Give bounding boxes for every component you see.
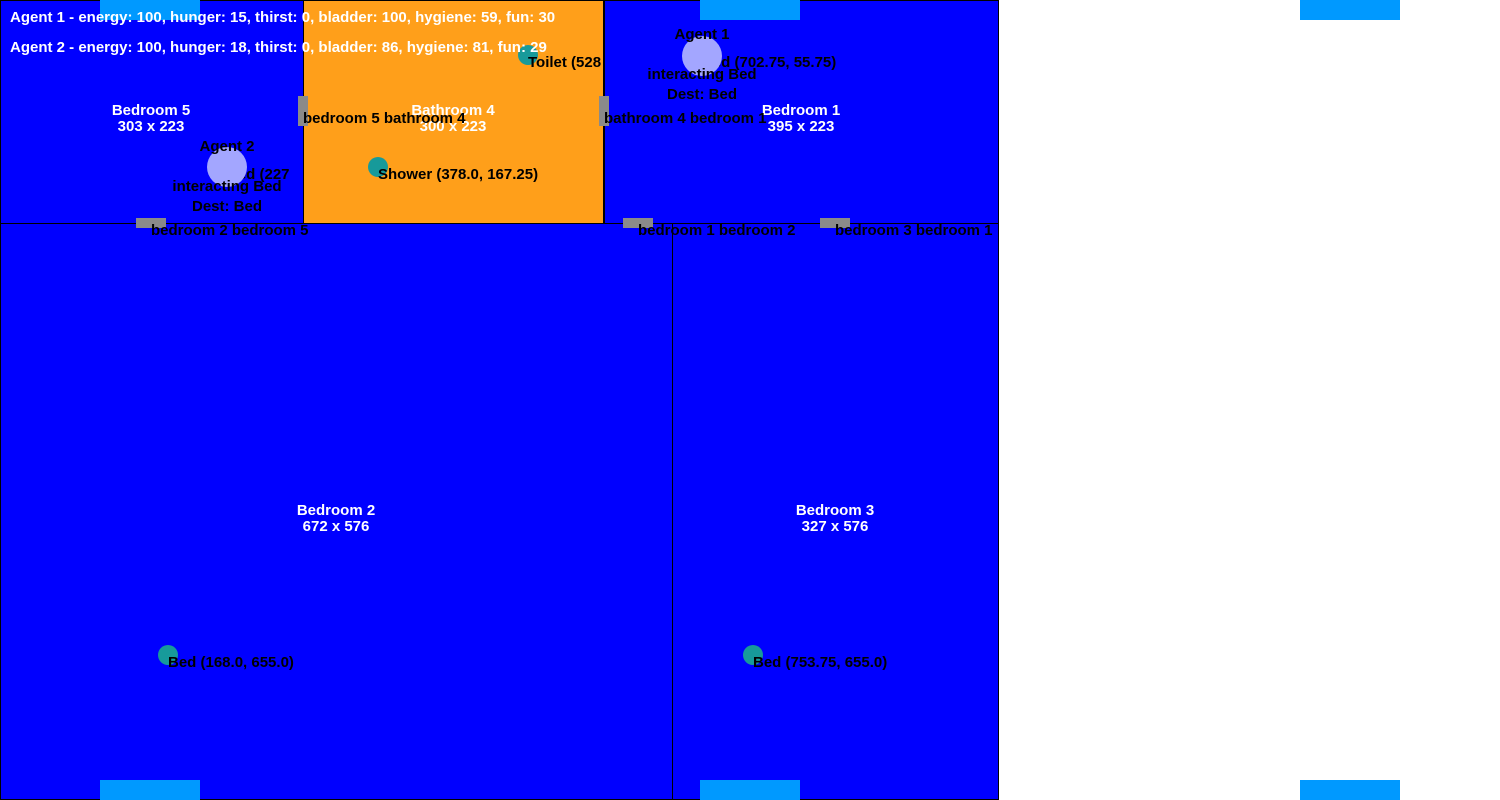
agent-1-status: Agent 1 - energy: 100, hunger: 15, thirs… — [10, 9, 556, 26]
room-label-bedroom-2: Bedroom 2 672 x 576 — [297, 503, 375, 535]
agent-1-action: interacting Bed — [647, 66, 757, 83]
toilet-label: Toilet (528 — [528, 54, 602, 71]
agent-1-destination: Dest: Bed — [666, 86, 738, 103]
door-label: bedroom 3 bedroom 1 — [835, 222, 993, 239]
window-bottom-3 — [1300, 780, 1400, 800]
agent-2-destination: Dest: Bed — [191, 198, 263, 215]
window-top-3 — [1300, 0, 1400, 20]
room-name: Bedroom 3 — [795, 502, 875, 519]
agent-2-status: Agent 2 - energy: 100, hunger: 18, thirs… — [10, 39, 547, 56]
room-label-bedroom-1: Bedroom 1 395 x 223 — [762, 103, 840, 135]
bed-label-bedroom-3: Bed (753.75, 655.0) — [753, 654, 888, 671]
room-label-bedroom-3: Bedroom 3 327 x 576 — [796, 503, 874, 535]
bed-label-bedroom-2: Bed (168.0, 655.0) — [168, 654, 294, 671]
room-name: Bedroom 5 — [111, 102, 191, 119]
room-size: 672 x 576 — [302, 518, 370, 535]
room-size: 327 x 576 — [801, 518, 869, 535]
door-label: bathroom 4 bedroom 1 — [604, 110, 767, 127]
window-bottom-2 — [700, 780, 800, 800]
room-size: 303 x 223 — [117, 118, 185, 135]
door-label: bedroom 5 bathroom 4 — [303, 110, 466, 127]
door-label: bedroom 2 bedroom 5 — [151, 222, 309, 239]
room-name: Bedroom 1 — [761, 102, 841, 119]
agent-2-name: Agent 2 — [199, 138, 255, 155]
room-name: Bedroom 2 — [296, 502, 376, 519]
window-top-2 — [700, 0, 800, 20]
door-label: bedroom 1 bedroom 2 — [638, 222, 796, 239]
agent-2-action: interacting Bed — [172, 178, 282, 195]
agent-1-name: Agent 1 — [674, 26, 730, 43]
window-bottom-1 — [100, 780, 200, 800]
room-label-bedroom-5: Bedroom 5 303 x 223 — [112, 103, 190, 135]
room-size: 395 x 223 — [767, 118, 835, 135]
shower-label: Shower (378.0, 167.25) — [378, 166, 539, 183]
